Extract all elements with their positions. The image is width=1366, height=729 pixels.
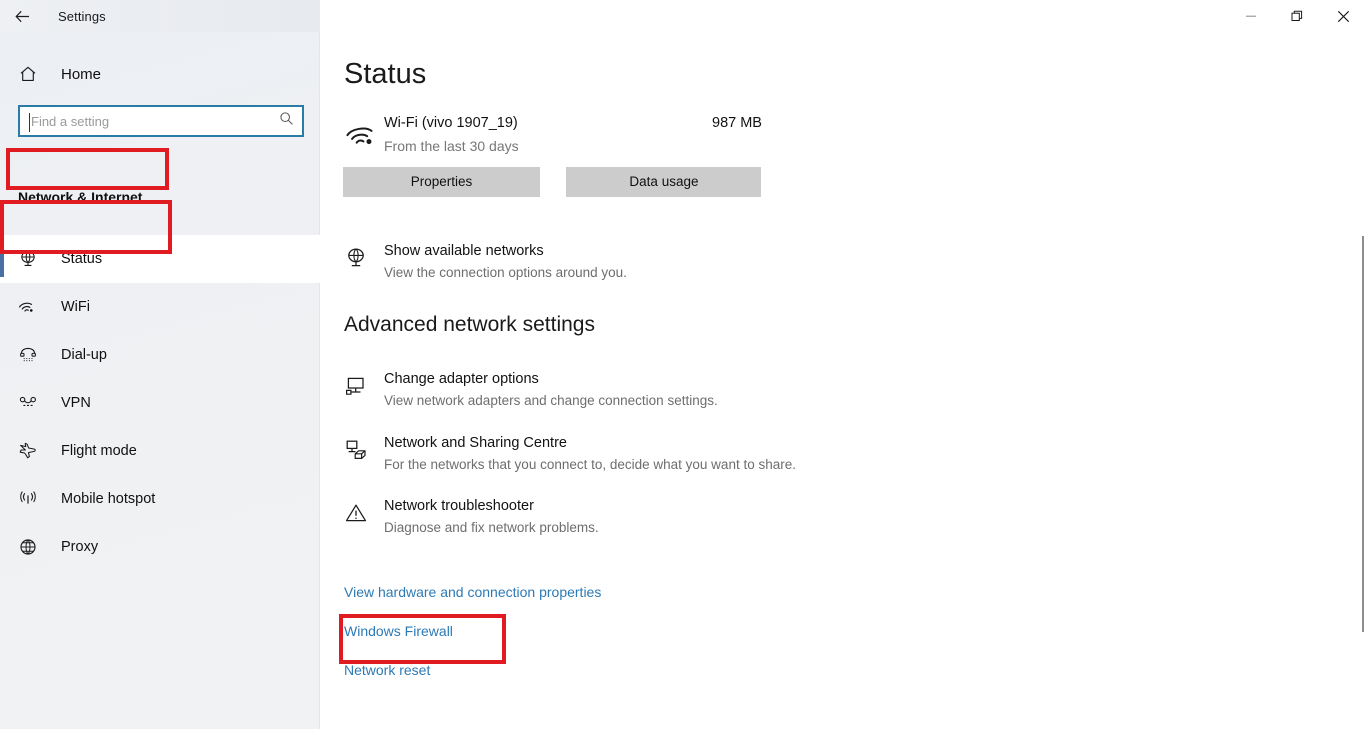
back-button[interactable] (0, 0, 44, 32)
status-globe-icon (18, 249, 44, 269)
sharing-icon (344, 438, 368, 467)
sidebar-item-label: Proxy (61, 539, 99, 555)
home-icon (18, 64, 44, 84)
sidebar-item-label: WiFi (61, 299, 90, 315)
wifi-icon (346, 120, 380, 157)
row-title: Change adapter options (384, 371, 539, 387)
sidebar-item-proxy[interactable]: Proxy (0, 523, 320, 571)
sidebar-item-flight-mode[interactable]: Flight mode (0, 427, 320, 475)
vertical-scrollbar[interactable] (1362, 236, 1364, 632)
sidebar-nav-list: Status WiFi Dial-up VPN Flight mode Mobi… (0, 235, 320, 571)
properties-button[interactable]: Properties (343, 167, 540, 197)
search-input[interactable] (20, 107, 260, 135)
network-reset-link[interactable]: Network reset (344, 662, 430, 678)
title-bar-left: Settings (0, 0, 320, 32)
sidebar-item-dial-up[interactable]: Dial-up (0, 331, 320, 379)
monitor-icon (344, 374, 368, 403)
data-usage-button[interactable]: Data usage (566, 167, 762, 197)
app-title: Settings (58, 8, 106, 24)
network-sharing-centre-row[interactable]: Network and Sharing Centre For the netwo… (344, 435, 1104, 479)
settings-window: Settings Home Find a setting Network & I… (0, 0, 1366, 729)
close-button[interactable] (1320, 0, 1366, 32)
row-title: Network and Sharing Centre (384, 435, 567, 451)
row-description: View the connection options around you. (384, 265, 627, 280)
view-hardware-properties-link[interactable]: View hardware and connection properties (344, 584, 601, 600)
sidebar-item-label: Mobile hotspot (61, 491, 156, 507)
windows-firewall-link[interactable]: Windows Firewall (344, 623, 453, 639)
restore-icon (1291, 10, 1302, 21)
search-box[interactable] (18, 105, 304, 137)
wifi-icon (18, 297, 44, 317)
title-bar: Settings (0, 0, 1366, 32)
network-action-buttons: Properties Data usage (343, 167, 762, 197)
section-heading: Advanced network settings (344, 313, 595, 336)
hotspot-icon (18, 489, 44, 509)
network-troubleshooter-row[interactable]: Network troubleshooter Diagnose and fix … (344, 498, 1044, 542)
row-description: For the networks that you connect to, de… (384, 457, 796, 472)
sidebar-item-label: Status (61, 251, 103, 267)
row-description: Diagnose and fix network problems. (384, 520, 599, 535)
search-icon[interactable] (279, 111, 294, 131)
sidebar-item-status[interactable]: Status (0, 235, 320, 283)
dialup-phone-icon (18, 345, 44, 365)
close-icon (1337, 10, 1349, 22)
sidebar-category-title: Network & Internet (18, 189, 143, 205)
airplane-icon (18, 441, 44, 461)
back-arrow-icon (14, 10, 29, 22)
page-title: Status (344, 58, 427, 90)
sidebar-item-vpn[interactable]: VPN (0, 379, 320, 427)
row-title: Network troubleshooter (384, 498, 534, 514)
globe-icon (18, 537, 44, 557)
sidebar: Home Network & Internet (0, 32, 320, 729)
show-available-networks-row[interactable]: Show available networks View the connect… (344, 243, 944, 287)
minimize-button[interactable] (1228, 0, 1274, 32)
sidebar-item-mobile-hotspot[interactable]: Mobile hotspot (0, 475, 320, 523)
globe-monitor-icon (344, 246, 368, 275)
sidebar-item-label: Dial-up (61, 347, 107, 363)
sidebar-home-label: Home (61, 65, 102, 83)
vpn-icon (18, 393, 44, 413)
network-summary: Wi-Fi (vivo 1907_19) From the last 30 da… (344, 114, 1044, 160)
text-caret (29, 113, 30, 132)
minimize-icon (1246, 15, 1256, 17)
warning-triangle-icon (344, 501, 368, 530)
network-subtitle: From the last 30 days (384, 138, 519, 154)
sidebar-item-home[interactable]: Home (0, 53, 319, 95)
network-usage-value: 987 MB (712, 115, 762, 131)
sidebar-item-label: VPN (61, 395, 91, 411)
network-name: Wi-Fi (vivo 1907_19) (384, 115, 518, 131)
sidebar-item-label: Flight mode (61, 443, 137, 459)
restore-button[interactable] (1274, 0, 1320, 32)
change-adapter-options-row[interactable]: Change adapter options View network adap… (344, 371, 1044, 415)
row-title: Show available networks (384, 243, 544, 259)
window-controls (1228, 0, 1366, 32)
sidebar-item-wifi[interactable]: WiFi (0, 283, 320, 331)
search-container (18, 105, 304, 137)
row-description: View network adapters and change connect… (384, 393, 718, 408)
main-content: Status Wi-Fi (vivo 1907_19) From the las… (320, 32, 1366, 729)
